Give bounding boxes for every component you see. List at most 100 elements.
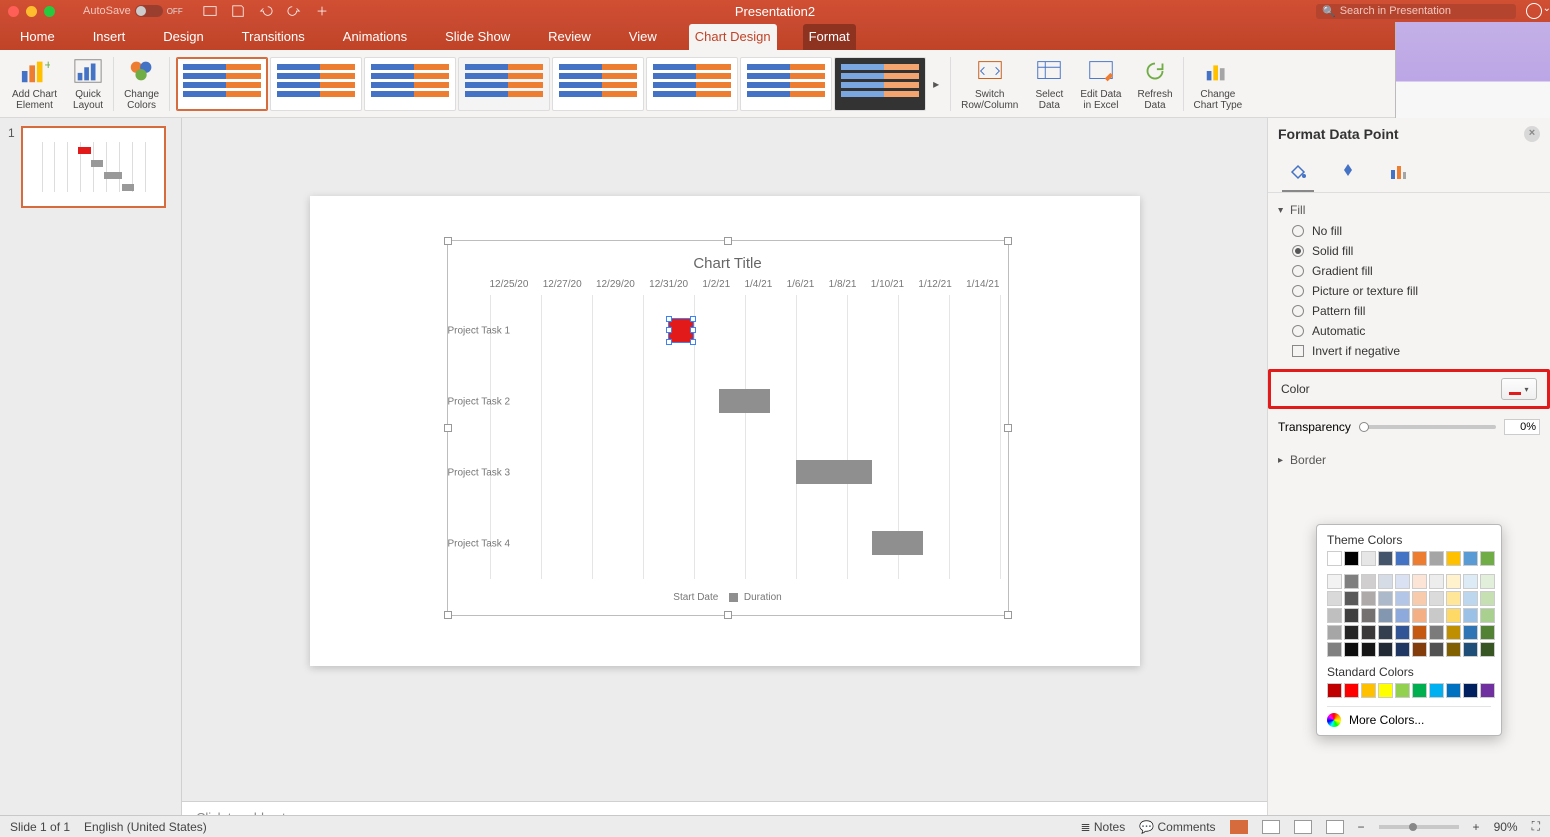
fill-option-gradient[interactable]: Gradient fill: [1278, 261, 1540, 281]
tab-design[interactable]: Design: [157, 24, 209, 50]
color-swatch[interactable]: [1463, 551, 1478, 566]
color-swatch[interactable]: [1429, 642, 1444, 657]
color-swatch[interactable]: [1361, 683, 1376, 698]
color-swatch[interactable]: [1378, 551, 1393, 566]
color-swatch[interactable]: [1344, 574, 1359, 589]
autosave-switch[interactable]: [135, 5, 163, 17]
color-swatch[interactable]: [1463, 642, 1478, 657]
color-swatch[interactable]: [1327, 591, 1342, 606]
color-swatch[interactable]: [1446, 642, 1461, 657]
tab-chart-design[interactable]: Chart Design: [689, 24, 777, 50]
color-swatch[interactable]: [1480, 608, 1495, 623]
fill-option-nofill[interactable]: No fill: [1278, 221, 1540, 241]
color-swatch[interactable]: [1463, 608, 1478, 623]
color-swatch[interactable]: [1446, 683, 1461, 698]
color-swatch[interactable]: [1344, 551, 1359, 566]
chart-style-7[interactable]: [740, 57, 832, 111]
fill-option-automatic[interactable]: Automatic: [1278, 321, 1540, 341]
transparency-value[interactable]: 0%: [1504, 419, 1540, 435]
color-swatch[interactable]: [1378, 591, 1393, 606]
zoom-level[interactable]: 90%: [1494, 820, 1518, 834]
color-swatch[interactable]: [1327, 574, 1342, 589]
color-swatch[interactable]: [1429, 683, 1444, 698]
color-swatch[interactable]: [1327, 608, 1342, 623]
color-swatch[interactable]: [1446, 574, 1461, 589]
chart-title[interactable]: Chart Title: [448, 255, 1008, 272]
color-swatch[interactable]: [1480, 574, 1495, 589]
color-swatch[interactable]: [1480, 625, 1495, 640]
normal-view-button[interactable]: [1230, 820, 1248, 834]
resize-handle[interactable]: [444, 611, 452, 619]
more-colors-button[interactable]: More Colors...: [1327, 706, 1491, 727]
series-options-tab[interactable]: [1382, 156, 1414, 192]
fill-option-solid[interactable]: Solid fill: [1278, 241, 1540, 261]
fill-option-picture[interactable]: Picture or texture fill: [1278, 281, 1540, 301]
fill-section-header[interactable]: Fill: [1278, 203, 1540, 217]
data-bar-task3[interactable]: [796, 460, 873, 484]
resize-handle[interactable]: [724, 611, 732, 619]
save-icon[interactable]: [231, 4, 245, 18]
slider-thumb[interactable]: [1359, 422, 1369, 432]
color-swatch[interactable]: [1344, 591, 1359, 606]
color-swatch[interactable]: [1480, 642, 1495, 657]
color-swatch[interactable]: [1480, 683, 1495, 698]
color-swatch[interactable]: [1412, 608, 1427, 623]
zoom-window-icon[interactable]: [44, 6, 55, 17]
color-swatch[interactable]: [1429, 551, 1444, 566]
resize-handle[interactable]: [1004, 611, 1012, 619]
color-swatch[interactable]: [1463, 625, 1478, 640]
tab-view[interactable]: View: [623, 24, 663, 50]
color-swatch[interactable]: [1344, 683, 1359, 698]
home-icon[interactable]: [203, 4, 217, 18]
resize-handle[interactable]: [724, 237, 732, 245]
quick-layout-button[interactable]: Quick Layout: [67, 50, 109, 117]
notes-toggle[interactable]: ≣ Notes: [1080, 820, 1125, 834]
change-colors-button[interactable]: Change Colors: [118, 50, 165, 117]
comments-toggle[interactable]: 💬 Comments: [1139, 820, 1215, 834]
refresh-data-button[interactable]: Refresh Data: [1131, 50, 1178, 117]
color-picker-button[interactable]: [1501, 378, 1537, 400]
color-swatch[interactable]: [1361, 642, 1376, 657]
slide-canvas[interactable]: Chart Title 12/25/20 12/27/20 12/29/20 1…: [310, 196, 1140, 666]
color-swatch[interactable]: [1378, 608, 1393, 623]
switch-row-column-button[interactable]: Switch Row/Column: [955, 50, 1024, 117]
resize-handle[interactable]: [444, 424, 452, 432]
border-section-header[interactable]: Border: [1278, 453, 1540, 467]
color-swatch[interactable]: [1344, 642, 1359, 657]
tab-review[interactable]: Review: [542, 24, 597, 50]
color-swatch[interactable]: [1412, 642, 1427, 657]
color-swatch[interactable]: [1395, 591, 1410, 606]
chart-legend[interactable]: Start Date Duration: [448, 592, 1008, 603]
color-swatch[interactable]: [1361, 574, 1376, 589]
color-swatch[interactable]: [1361, 591, 1376, 606]
add-chart-element-button[interactable]: + Add Chart Element: [6, 50, 63, 117]
color-swatch[interactable]: [1429, 625, 1444, 640]
sorter-view-button[interactable]: [1262, 820, 1280, 834]
slide-thumbnail-1[interactable]: [21, 126, 166, 208]
color-swatch[interactable]: [1327, 642, 1342, 657]
fit-to-window-button[interactable]: ⛶: [1532, 819, 1540, 834]
resize-handle[interactable]: [444, 237, 452, 245]
effects-tab[interactable]: [1332, 156, 1364, 192]
slideshow-view-button[interactable]: [1326, 820, 1344, 834]
chart-styles-more-button[interactable]: ▸: [928, 77, 944, 91]
resize-handle[interactable]: [1004, 424, 1012, 432]
color-swatch[interactable]: [1412, 683, 1427, 698]
color-swatch[interactable]: [1395, 625, 1410, 640]
color-swatch[interactable]: [1395, 642, 1410, 657]
color-swatch[interactable]: [1395, 683, 1410, 698]
color-swatch[interactable]: [1429, 574, 1444, 589]
autosave-toggle[interactable]: AutoSave OFF: [83, 5, 183, 17]
chart-style-2[interactable]: [270, 57, 362, 111]
zoom-slider[interactable]: [1379, 825, 1459, 829]
color-swatch[interactable]: [1446, 608, 1461, 623]
chart-selection[interactable]: Chart Title 12/25/20 12/27/20 12/29/20 1…: [447, 240, 1009, 616]
color-swatch[interactable]: [1378, 642, 1393, 657]
color-swatch[interactable]: [1361, 551, 1376, 566]
chart-style-1[interactable]: [176, 57, 268, 111]
transparency-slider[interactable]: [1359, 425, 1496, 429]
color-swatch[interactable]: [1429, 591, 1444, 606]
customize-icon[interactable]: [315, 4, 329, 18]
color-swatch[interactable]: [1412, 591, 1427, 606]
color-swatch[interactable]: [1463, 574, 1478, 589]
